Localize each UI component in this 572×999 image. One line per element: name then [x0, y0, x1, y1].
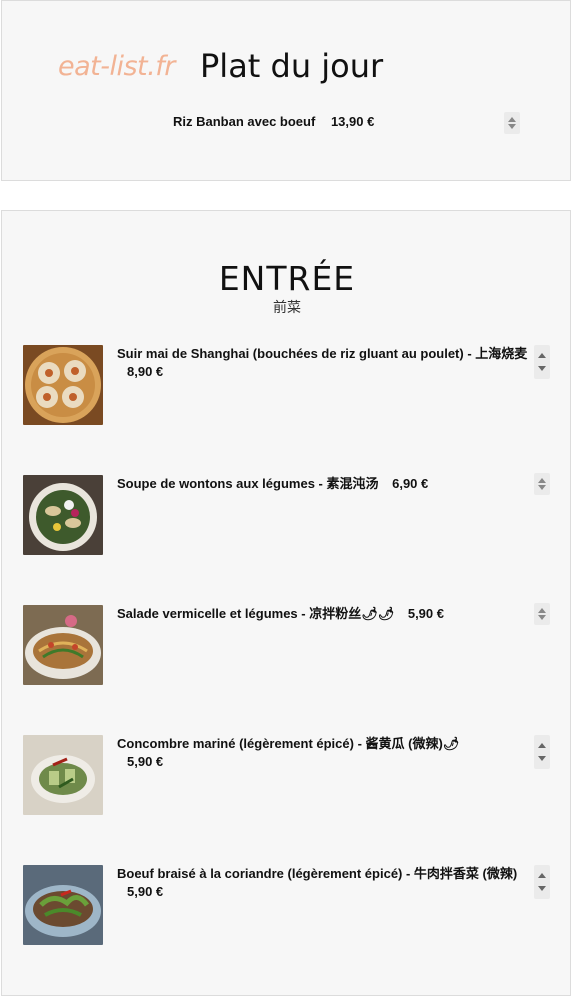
item-quantity-stepper[interactable]	[534, 735, 550, 769]
item-image-vermicelli-salad	[23, 605, 103, 685]
entree-section: ENTRÉE 前菜 Suir mai de Shanghai (bouchées…	[1, 210, 571, 996]
item-price: 5,90 €	[127, 884, 164, 899]
increment-arrow-icon[interactable]	[508, 117, 516, 122]
item-name: Suir mai de Shanghai (bouchées de riz gl…	[117, 346, 528, 361]
item-image-wonton-soup	[23, 475, 103, 555]
item-name: Concombre mariné (légèrement épicé) - 酱黄…	[117, 736, 460, 751]
item-name: Soupe de wontons aux légumes - 素混沌汤	[117, 476, 379, 491]
item-price: 8,90 €	[127, 364, 164, 379]
item-quantity-stepper[interactable]	[534, 473, 550, 495]
item-name: Boeuf braisé à la coriandre (légèrement …	[117, 866, 518, 881]
decrement-arrow-icon[interactable]	[508, 124, 516, 129]
menu-item-text: Salade vermicelle et légumes - 凉拌粉丝🌶🌶 5,…	[117, 605, 532, 623]
item-image-braised-beef	[23, 865, 103, 945]
plat-du-jour-title: Plat du jour	[200, 47, 384, 85]
plat-du-jour-price: 13,90 €	[330, 114, 375, 129]
plat-du-jour-quantity-stepper[interactable]	[504, 112, 520, 134]
item-image-shumai	[23, 345, 103, 425]
plat-du-jour-dish: Riz Banban avec boeuf	[173, 114, 316, 129]
item-image-marinated-cucumber	[23, 735, 103, 815]
decrement-arrow-icon[interactable]	[538, 485, 546, 490]
item-quantity-stepper[interactable]	[534, 865, 550, 899]
item-quantity-stepper[interactable]	[534, 603, 550, 625]
menu-item-text: Concombre mariné (légèrement épicé) - 酱黄…	[117, 735, 532, 771]
plat-du-jour-line: Riz Banban avec boeuf 13,90 €	[173, 114, 374, 129]
increment-arrow-icon[interactable]	[538, 478, 546, 483]
menu-item-text: Suir mai de Shanghai (bouchées de riz gl…	[117, 345, 532, 381]
section-subtitle: 前菜	[273, 299, 301, 315]
item-price: 5,90 €	[127, 754, 164, 769]
item-price: 5,90 €	[407, 606, 444, 621]
decrement-arrow-icon[interactable]	[538, 886, 546, 891]
brand-logo: eat-list.fr	[58, 51, 175, 82]
increment-arrow-icon[interactable]	[538, 608, 546, 613]
increment-arrow-icon[interactable]	[538, 873, 546, 878]
item-name: Salade vermicelle et légumes - 凉拌粉丝🌶🌶	[117, 606, 395, 621]
increment-arrow-icon[interactable]	[538, 353, 546, 358]
decrement-arrow-icon[interactable]	[538, 615, 546, 620]
decrement-arrow-icon[interactable]	[538, 756, 546, 761]
item-quantity-stepper[interactable]	[534, 345, 550, 379]
section-title: ENTRÉE	[218, 259, 356, 298]
menu-item-text: Soupe de wontons aux légumes - 素混沌汤 6,90…	[117, 475, 532, 493]
decrement-arrow-icon[interactable]	[538, 366, 546, 371]
item-price: 6,90 €	[392, 476, 429, 491]
menu-item-text: Boeuf braisé à la coriandre (légèrement …	[117, 865, 532, 901]
increment-arrow-icon[interactable]	[538, 743, 546, 748]
plat-du-jour-card: eat-list.fr Plat du jour Riz Banban avec…	[1, 0, 571, 181]
